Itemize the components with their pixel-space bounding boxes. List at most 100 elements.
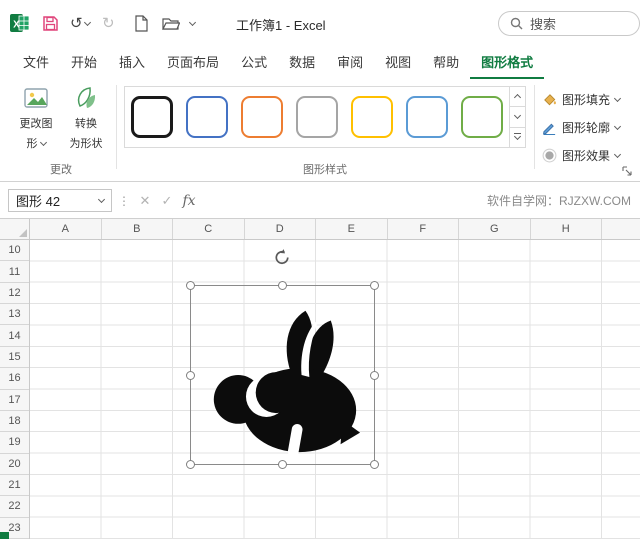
title-bar: X ↺ ↻ 工作簿1 - Excel 搜索 xyxy=(0,0,640,46)
ribbon: 更改图 形 转换 为形状 更改 图形样式 图形填充 图形轮廓 图形效果 xyxy=(0,79,640,182)
change-graphic-button[interactable]: 更改图 形 xyxy=(12,85,60,157)
handle-top-left[interactable] xyxy=(186,281,195,290)
graphic-effects-button[interactable]: 图形效果 xyxy=(542,144,638,166)
selection-rectangle[interactable] xyxy=(186,281,379,469)
tab-view[interactable]: 视图 xyxy=(374,46,422,79)
shape-style-swatch-7[interactable] xyxy=(454,87,509,147)
tab-graphics-format[interactable]: 图形格式 xyxy=(470,46,545,79)
group-separator xyxy=(116,85,117,169)
column-header-h[interactable]: H xyxy=(531,219,602,239)
handle-middle-right[interactable] xyxy=(370,370,379,380)
group-label-change: 更改 xyxy=(50,164,72,176)
excel-logo-icon[interactable]: X xyxy=(10,11,30,35)
row-header-15[interactable]: 15 xyxy=(0,347,29,369)
watermark-text: 软件自学网：RJZXW.COM xyxy=(487,194,631,208)
swatch-outline-gold xyxy=(350,96,393,138)
open-file-button[interactable] xyxy=(162,11,180,35)
insert-function-button[interactable]: fx xyxy=(178,193,200,209)
handle-bottom-right[interactable] xyxy=(370,460,379,469)
handle-middle-left[interactable] xyxy=(186,370,195,380)
formula-bar: 图形 42 ⋮ ✕ ✓ fx 软件自学网：RJZXW.COM xyxy=(0,183,640,219)
shape-style-swatch-3[interactable] xyxy=(235,87,290,147)
cancel-button[interactable]: ✕ xyxy=(134,193,156,209)
enter-button[interactable]: ✓ xyxy=(156,193,178,209)
graphic-fill-label: 图形填充 xyxy=(562,92,611,107)
excel-logo: X xyxy=(10,14,30,32)
rotate-handle[interactable] xyxy=(273,248,292,267)
save-icon xyxy=(43,15,58,31)
column-header-g[interactable]: G xyxy=(459,219,531,239)
graphic-fill-button[interactable]: 图形填充 xyxy=(542,88,638,110)
column-headers: A B C D E F G H xyxy=(30,219,640,240)
column-header-d[interactable]: D xyxy=(245,219,316,239)
row-header-19[interactable]: 19 xyxy=(0,432,29,454)
change-graphic-icon xyxy=(24,88,48,108)
shape-style-swatch-4[interactable] xyxy=(290,87,345,147)
row-header-18[interactable]: 18 xyxy=(0,411,29,433)
tab-formulas[interactable]: 公式 xyxy=(230,46,278,79)
dialog-launcher-button[interactable] xyxy=(622,164,634,176)
select-all-corner[interactable] xyxy=(0,219,30,240)
row-header-20[interactable]: 20 xyxy=(0,454,29,475)
column-header-f[interactable]: F xyxy=(388,219,459,239)
column-header-a[interactable]: A xyxy=(30,219,102,239)
tab-page-layout[interactable]: 页面布局 xyxy=(156,46,230,79)
convert-to-shape-label-1: 转换 xyxy=(75,118,97,130)
column-header-b[interactable]: B xyxy=(102,219,173,239)
graphic-outline-button[interactable]: 图形轮廓 xyxy=(542,116,638,138)
tab-file[interactable]: 文件 xyxy=(12,46,60,79)
handle-bottom-left[interactable] xyxy=(186,460,195,469)
graphic-outline-icon xyxy=(542,123,556,135)
row-header-22[interactable]: 22 xyxy=(0,496,29,518)
redo-icon: ↻ xyxy=(102,14,115,32)
swatch-outline-green xyxy=(460,96,503,138)
shape-style-swatch-5[interactable] xyxy=(344,87,399,147)
redo-button[interactable]: ↻ xyxy=(102,11,115,35)
new-file-icon xyxy=(135,14,148,32)
column-header-c[interactable]: C xyxy=(173,219,245,239)
open-folder-icon xyxy=(162,17,180,30)
row-header-17[interactable]: 17 xyxy=(0,390,29,411)
row-header-13[interactable]: 13 xyxy=(0,304,29,326)
customize-qat-button[interactable] xyxy=(188,11,197,35)
new-file-button[interactable] xyxy=(134,11,149,35)
row-header-11[interactable]: 11 xyxy=(0,261,29,283)
shape-style-swatch-6[interactable] xyxy=(399,87,454,147)
row-header-16[interactable]: 16 xyxy=(0,368,29,390)
tab-data[interactable]: 数据 xyxy=(278,46,326,79)
graphic-fill-icon xyxy=(544,93,556,105)
gallery-more-button[interactable] xyxy=(510,128,525,147)
save-button[interactable] xyxy=(42,11,59,35)
row-header-10[interactable]: 10 xyxy=(0,240,29,262)
row-header-12[interactable]: 12 xyxy=(0,283,29,305)
handle-top-middle[interactable] xyxy=(278,281,287,290)
tab-insert[interactable]: 插入 xyxy=(108,46,156,79)
search-label: 搜索 xyxy=(530,17,557,32)
gallery-down-button[interactable] xyxy=(510,107,525,128)
tab-home[interactable]: 开始 xyxy=(60,46,108,79)
swatch-outline-gray xyxy=(296,96,338,138)
swatch-outline-orange xyxy=(241,96,284,138)
tab-review[interactable]: 审阅 xyxy=(326,46,374,79)
change-graphic-chevron-icon xyxy=(39,138,47,146)
handle-top-right[interactable] xyxy=(370,281,379,290)
gallery-scroll-buttons xyxy=(509,87,525,147)
row-header-14[interactable]: 14 xyxy=(0,325,29,347)
shape-styles-gallery xyxy=(124,86,526,148)
change-graphic-label-2: 形 xyxy=(26,138,38,150)
shape-style-swatch-1[interactable] xyxy=(125,87,180,147)
shape-style-swatch-2[interactable] xyxy=(180,87,235,147)
qat-chevron-icon xyxy=(188,18,197,26)
formula-bar-splitter[interactable]: ⋮ xyxy=(118,194,130,208)
row-header-21[interactable]: 21 xyxy=(0,475,29,497)
convert-to-shape-button[interactable]: 转换 为形状 xyxy=(62,85,110,157)
column-header-partial[interactable] xyxy=(602,219,640,239)
handle-bottom-middle[interactable] xyxy=(278,460,287,469)
undo-button[interactable]: ↺ xyxy=(70,11,91,35)
tab-help[interactable]: 帮助 xyxy=(422,46,470,79)
column-header-e[interactable]: E xyxy=(316,219,388,239)
graphic-effects-label: 图形效果 xyxy=(562,148,611,163)
name-box[interactable]: 图形 42 xyxy=(8,189,112,212)
gallery-up-button[interactable] xyxy=(510,87,525,108)
search-box[interactable]: 搜索 xyxy=(498,11,640,36)
